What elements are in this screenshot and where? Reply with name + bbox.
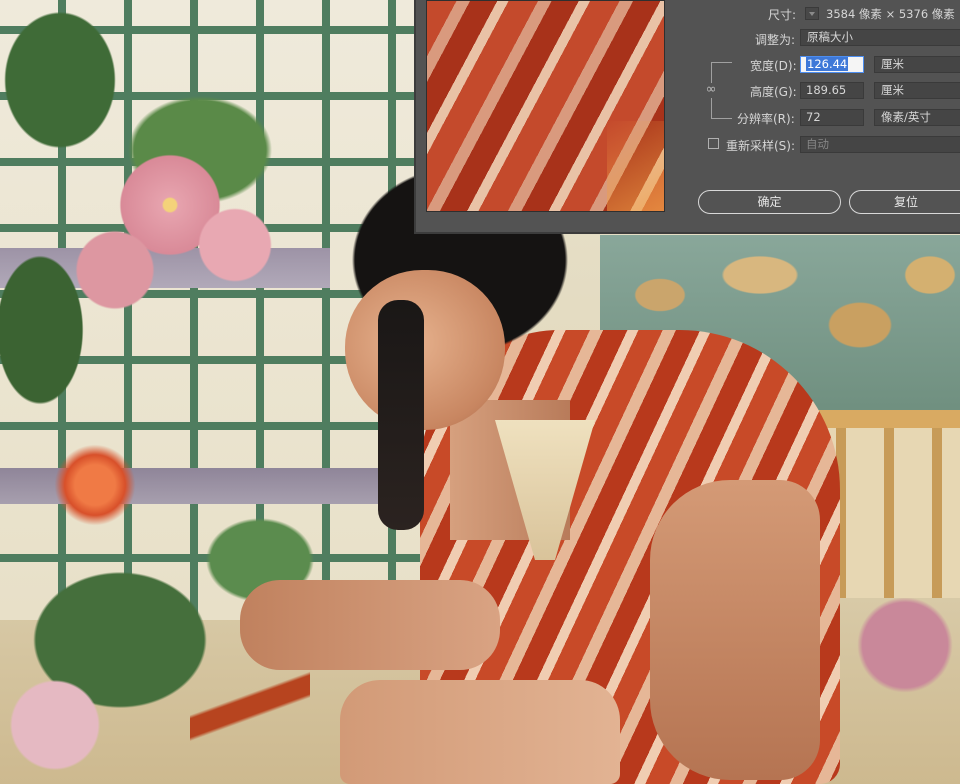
resample-label: 重新采样(S):: [726, 139, 796, 153]
resolution-input[interactable]: 72: [800, 109, 864, 126]
woman-face: [345, 270, 505, 430]
preview-shade: [607, 121, 664, 211]
height-label: 高度(G):: [750, 85, 797, 99]
woman-hands: [340, 680, 620, 784]
pink-flower: [60, 230, 170, 310]
width-label: 宽度(D):: [750, 59, 797, 73]
orange-flower: [45, 440, 145, 530]
height-unit: 厘米: [881, 83, 904, 97]
resample-checkbox[interactable]: [708, 138, 719, 149]
dimensions-label: 尺寸:: [768, 8, 797, 22]
height-unit-select[interactable]: 厘米: [874, 82, 960, 99]
width-unit: 厘米: [881, 57, 904, 71]
reset-button[interactable]: 复位: [849, 190, 960, 214]
resolution-value: 72: [806, 110, 821, 124]
height-input[interactable]: 189.65: [800, 82, 864, 99]
fit-to-select[interactable]: 原稿大小: [800, 29, 960, 46]
resolution-unit-select[interactable]: 像素/英寸: [874, 109, 960, 126]
resample-select[interactable]: 自动: [800, 136, 960, 153]
woman-arm: [650, 480, 820, 780]
resolution-label: 分辨率(R):: [737, 112, 795, 126]
height-value: 189.65: [806, 83, 847, 97]
image-size-dialog: 尺寸: 3584 像素 × 5376 像素 调整为: 原稿大小 ∞ 宽度(D):…: [414, 0, 960, 234]
dimensions-value: 3584 像素 × 5376 像素: [826, 7, 955, 21]
bracket-top: [711, 62, 732, 83]
pink-flower: [190, 200, 280, 290]
chain-link-icon[interactable]: ∞: [705, 82, 717, 98]
image-preview[interactable]: [426, 0, 665, 212]
bracket-bottom: [711, 98, 732, 119]
woman-braid: [378, 300, 424, 530]
ribbon: [190, 640, 310, 784]
ok-button[interactable]: 确定: [698, 190, 841, 214]
resample-value: 自动: [806, 137, 829, 151]
fit-to-label: 调整为:: [755, 33, 796, 47]
dimensions-units-dropdown[interactable]: [805, 7, 819, 20]
fit-to-value: 原稿大小: [807, 30, 853, 44]
pink-flower: [0, 670, 110, 780]
pink-flower: [840, 590, 960, 700]
width-unit-select[interactable]: 厘米: [874, 56, 960, 73]
resolution-unit: 像素/英寸: [881, 110, 931, 124]
width-input[interactable]: 126.44: [800, 56, 864, 73]
width-value: 126.44: [806, 57, 849, 71]
